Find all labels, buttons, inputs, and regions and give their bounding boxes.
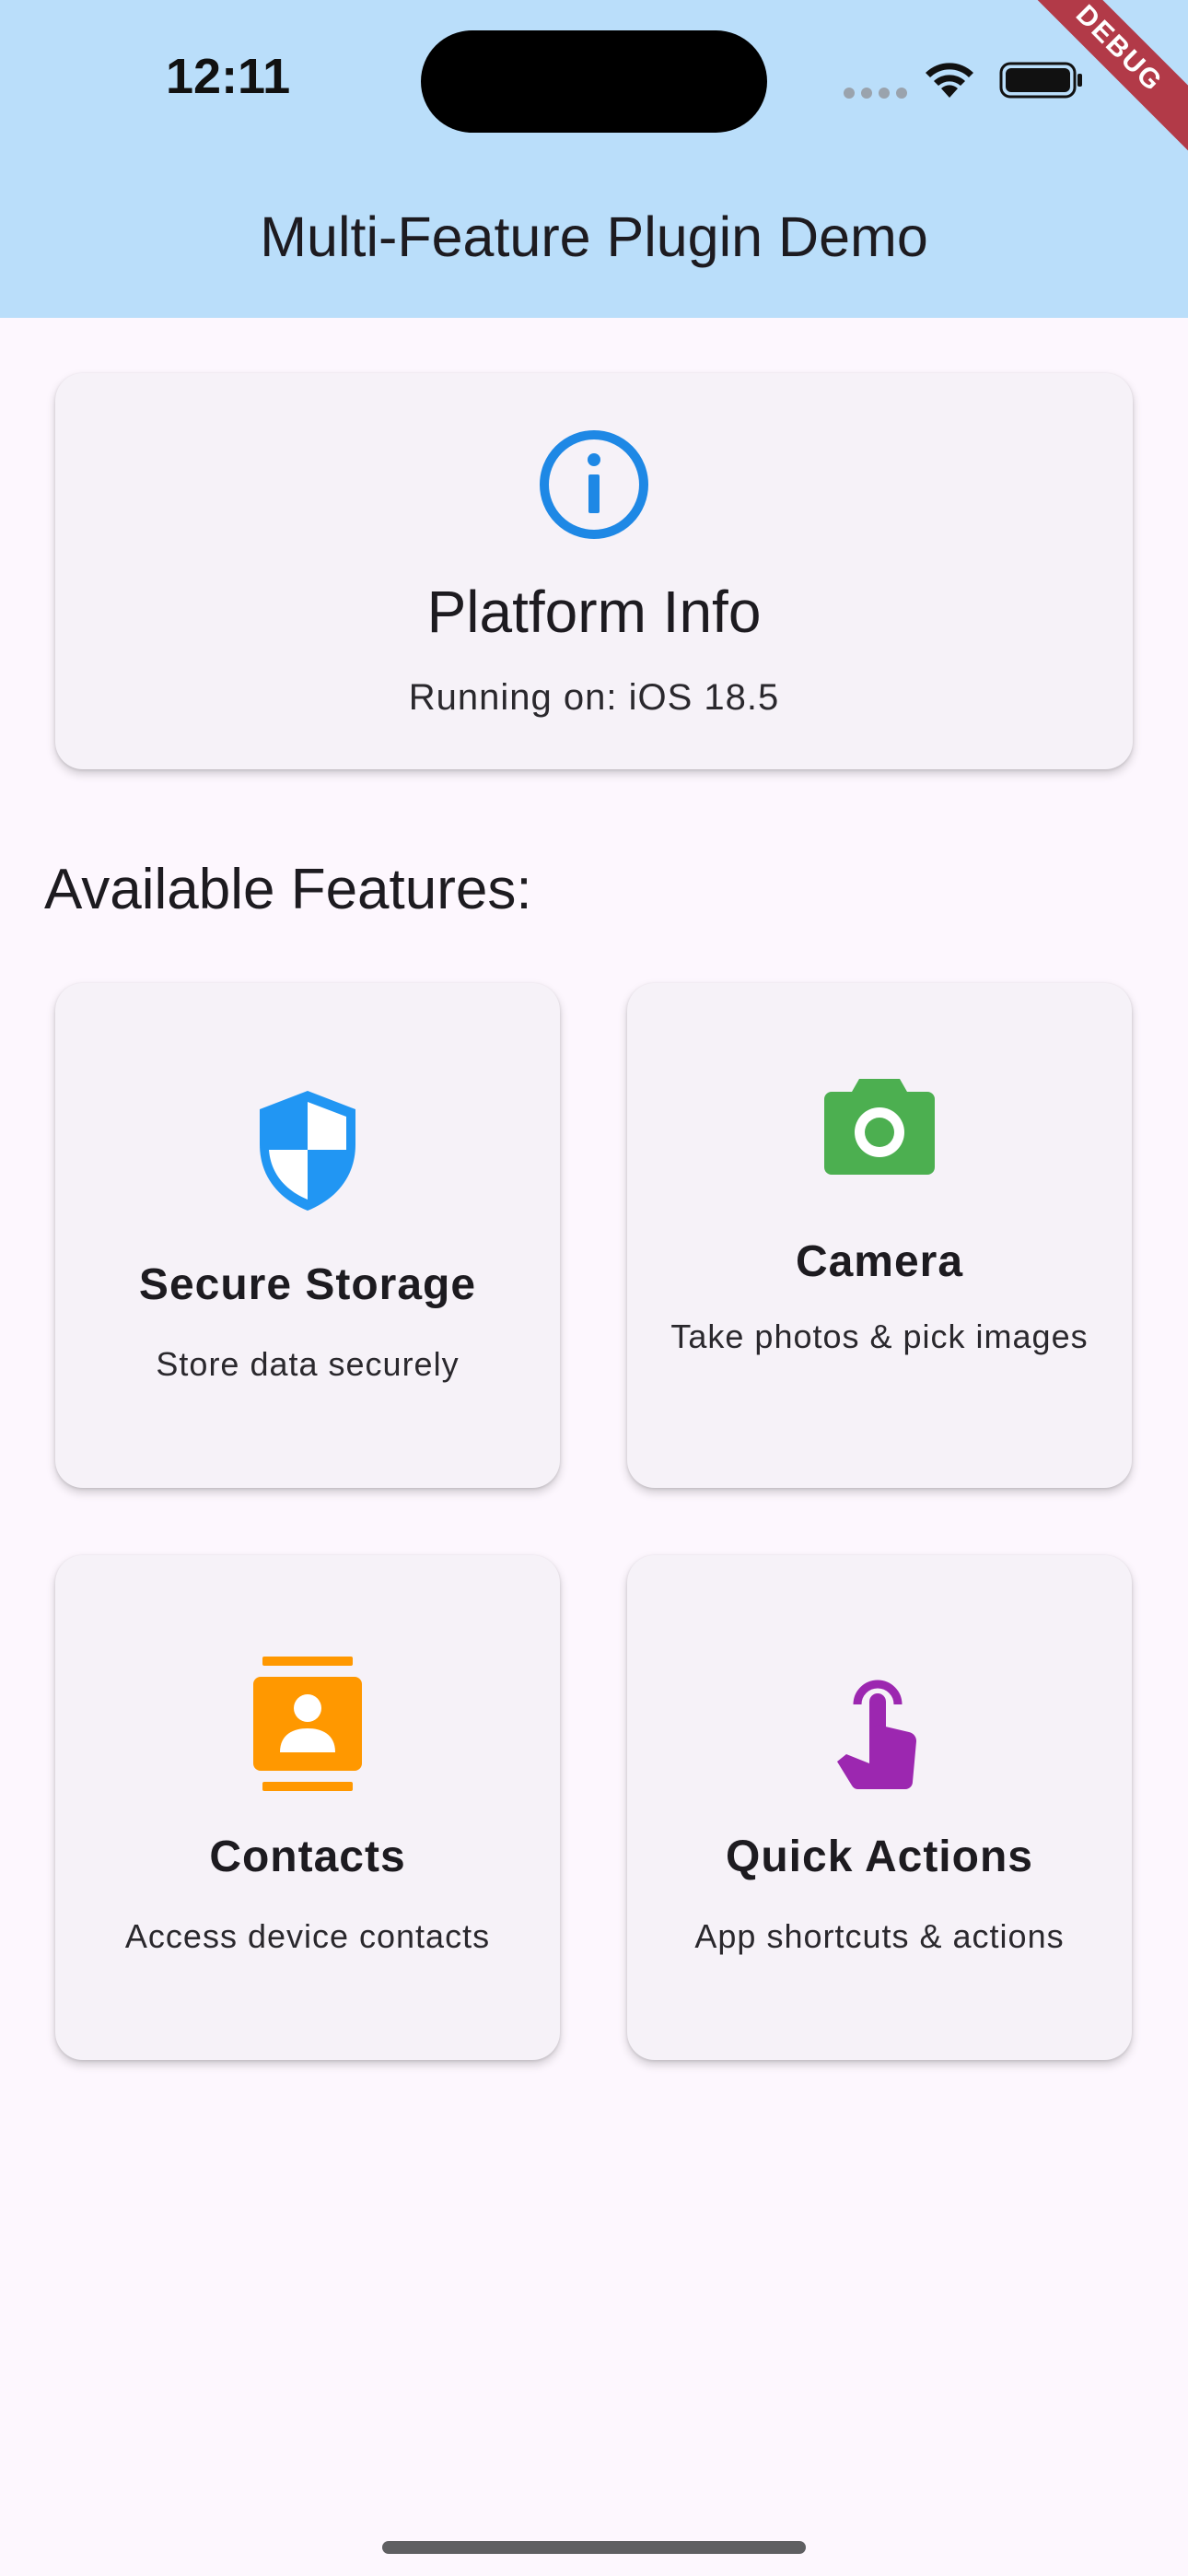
app-bar: 12:11 DEBUG Multi-Feature Plugin Demo [0, 0, 1188, 318]
feature-title: Quick Actions [726, 1832, 1033, 1881]
section-title: Available Features: [44, 858, 532, 921]
info-icon [540, 430, 648, 539]
shield-icon [260, 1091, 355, 1211]
feature-card-secure-storage[interactable]: Secure Storage Store data securely [55, 983, 560, 1488]
cellular-signal-icon [844, 88, 907, 99]
wifi-icon [926, 63, 973, 98]
camera-icon [824, 1079, 935, 1175]
dynamic-island [421, 30, 767, 133]
status-time: 12:11 [166, 49, 291, 104]
feature-card-contacts[interactable]: Contacts Access device contacts [55, 1555, 560, 2060]
app-title: Multi-Feature Plugin Demo [260, 205, 928, 268]
home-indicator[interactable] [382, 2541, 806, 2554]
feature-description: Take photos & pick images [670, 1317, 1089, 1355]
battery-icon [999, 62, 1082, 99]
feature-title: Contacts [209, 1832, 406, 1881]
platform-info-card: Platform Info Running on: iOS 18.5 [55, 373, 1133, 769]
contact-card-icon [253, 1657, 362, 1791]
platform-info-title: Platform Info [426, 579, 762, 645]
feature-description: Store data securely [156, 1345, 460, 1383]
platform-info-subtitle: Running on: iOS 18.5 [408, 677, 780, 718]
feature-title: Camera [795, 1237, 964, 1286]
feature-description: App shortcuts & actions [694, 1917, 1065, 1955]
feature-title: Secure Storage [138, 1260, 477, 1309]
feature-description: Access device contacts [124, 1917, 491, 1955]
feature-card-camera[interactable]: Camera Take photos & pick images [627, 983, 1132, 1488]
touch-icon [837, 1680, 917, 1789]
feature-card-quick-actions[interactable]: Quick Actions App shortcuts & actions [627, 1555, 1132, 2060]
